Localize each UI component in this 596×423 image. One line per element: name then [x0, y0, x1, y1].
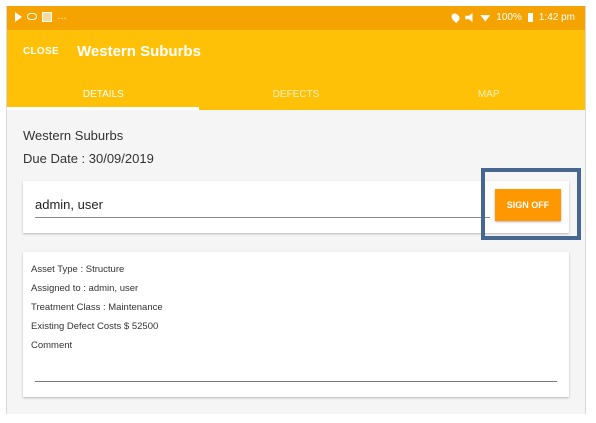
asset-type: Asset Type : Structure: [31, 264, 125, 275]
due-date: Due Date : 30/09/2019: [23, 151, 154, 166]
status-bar: … 100% 1:42 pm: [7, 6, 585, 30]
app-screen: … 100% 1:42 pm CLOSE Western Suburbs DET…: [6, 6, 586, 414]
wifi-icon: [480, 15, 491, 22]
play-store-icon: [15, 11, 22, 22]
battery-icon: [527, 13, 533, 22]
comment-label: Comment: [31, 340, 73, 351]
notification-icon: [42, 11, 52, 22]
defect-costs: Existing Defect Costs $ 52500: [31, 321, 159, 332]
tab-defects[interactable]: DEFECTS: [200, 82, 393, 110]
location-icon: [450, 11, 462, 24]
site-name: Western Suburbs: [23, 128, 124, 143]
clock: 1:42 pm: [538, 12, 575, 23]
battery-level: 100%: [496, 12, 522, 23]
assigned-to: Assigned to : admin, user: [31, 283, 139, 294]
user-field[interactable]: [35, 191, 490, 218]
active-tab-indicator: [7, 107, 199, 110]
asset-info-card: Asset Type : Structure Assigned to : adm…: [23, 252, 569, 397]
page-title: Western Suburbs: [77, 43, 201, 60]
close-button[interactable]: CLOSE: [23, 46, 59, 57]
tab-map[interactable]: MAP: [392, 82, 585, 110]
highlight-box: [481, 168, 581, 240]
comment-input[interactable]: [35, 381, 557, 382]
tab-bar: DETAILS DEFECTS MAP: [7, 82, 585, 110]
treatment-class: Treatment Class : Maintenance: [31, 302, 163, 313]
mute-icon: [465, 13, 473, 22]
more-notifications-icon: …: [57, 11, 67, 22]
tab-details[interactable]: DETAILS: [7, 82, 200, 110]
link-icon: [27, 13, 37, 20]
app-bar: CLOSE Western Suburbs DETAILS DEFECTS MA…: [7, 30, 585, 110]
